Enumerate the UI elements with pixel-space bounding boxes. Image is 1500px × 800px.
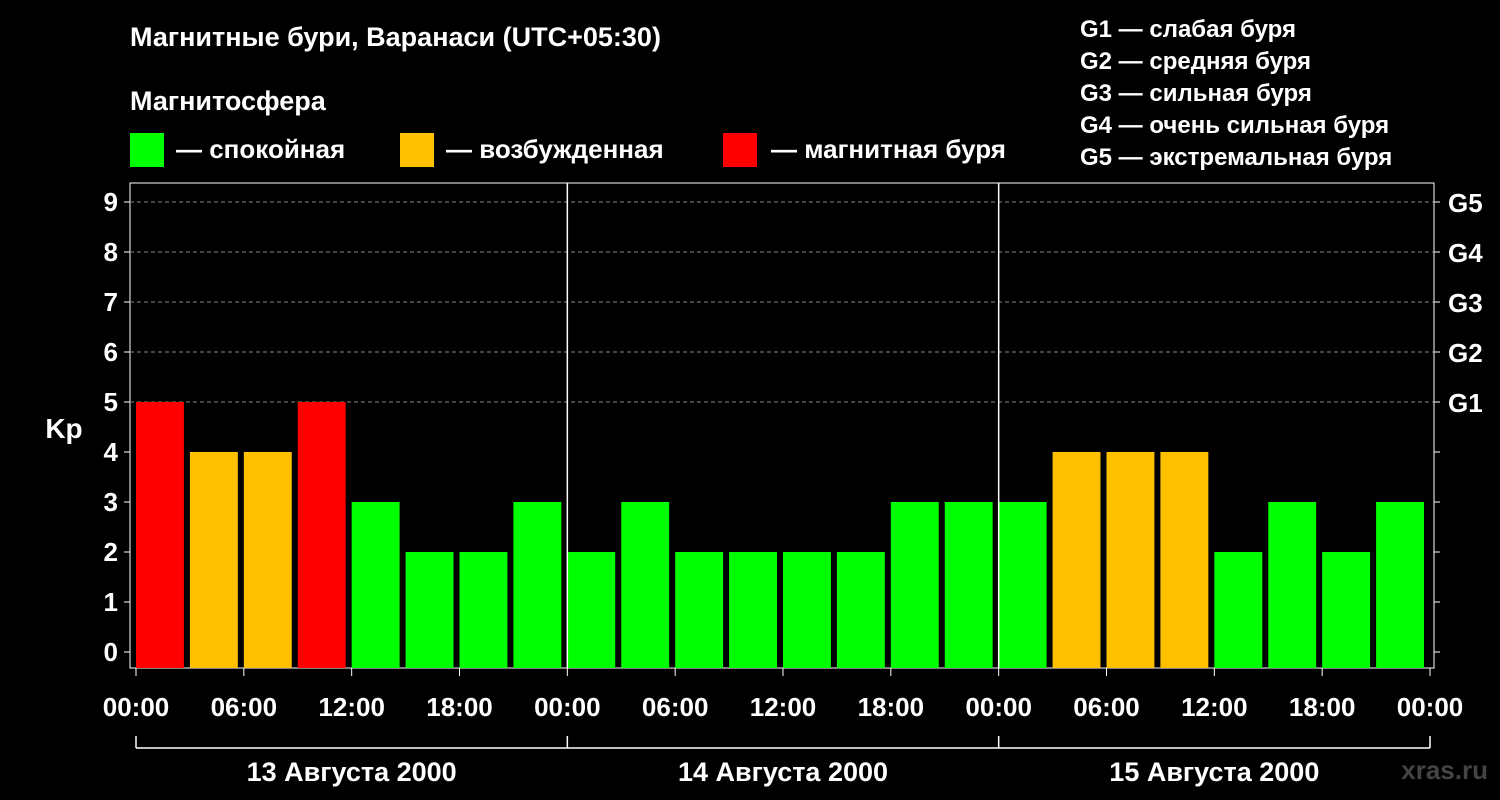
y-tick-label: 7 (104, 287, 118, 317)
x-tick-label: 12:00 (750, 692, 817, 722)
g-tick-label: G1 (1448, 388, 1483, 418)
x-tick-label: 12:00 (318, 692, 385, 722)
kp-bar (189, 452, 238, 668)
kp-bar (944, 502, 993, 668)
kp-bar (1376, 502, 1424, 668)
x-tick-label: 06:00 (1073, 692, 1140, 722)
x-tick-label: 18:00 (1289, 692, 1356, 722)
kp-bar (783, 552, 831, 668)
day-label: 14 Августа 2000 (678, 757, 888, 787)
y-tick-label: 1 (104, 587, 118, 617)
kp-bar (351, 502, 400, 668)
y-tick-label: 8 (104, 237, 118, 267)
x-tick-label: 06:00 (211, 692, 278, 722)
kp-bar (890, 502, 939, 668)
x-tick-label: 18:00 (426, 692, 493, 722)
y-tick-label: 0 (104, 637, 118, 667)
kp-bar (1268, 502, 1317, 668)
kp-bar (243, 452, 292, 668)
g-tick-label: G2 (1448, 338, 1483, 368)
watermark: xras.ru (1401, 755, 1488, 785)
kp-bar (675, 552, 724, 668)
kp-bar (405, 552, 454, 668)
kp-bar (621, 502, 670, 668)
x-tick-label: 00:00 (103, 692, 170, 722)
kp-bar (729, 552, 777, 668)
kp-bar (1052, 452, 1101, 668)
kp-bar (513, 502, 562, 668)
kp-bar (1106, 452, 1155, 668)
kp-bar (459, 552, 508, 668)
kp-bar (297, 402, 346, 668)
y-tick-label: 4 (104, 437, 119, 467)
x-tick-label: 00:00 (965, 692, 1032, 722)
kp-bar (1322, 552, 1371, 668)
y-tick-label: 5 (104, 387, 118, 417)
g-tick-label: G4 (1448, 238, 1483, 268)
y-tick-label: 2 (104, 537, 118, 567)
y-tick-label: 6 (104, 337, 118, 367)
kp-bar (1214, 552, 1263, 668)
kp-bar (836, 552, 885, 668)
kp-bar (998, 502, 1047, 668)
day-label: 13 Августа 2000 (247, 757, 457, 787)
kp-bar (136, 402, 184, 668)
g-tick-label: G5 (1448, 188, 1483, 218)
day-label: 15 Августа 2000 (1109, 757, 1319, 787)
x-tick-label: 06:00 (642, 692, 709, 722)
y-axis-label: Kp (45, 413, 82, 444)
g-tick-label: G3 (1448, 288, 1483, 318)
kp-chart: 0 1 2 3 4 5 6 7 8 9 G1 G2 G3 G4 G5 Kp 00:00 06:00 12:00 18:… (45, 182, 1483, 787)
y-tick-label: 3 (104, 487, 118, 517)
x-tick-label: 00:00 (534, 692, 601, 722)
x-tick-label: 12:00 (1181, 692, 1248, 722)
kp-bar (567, 552, 616, 668)
x-tick-label: 18:00 (858, 692, 925, 722)
kp-bar (1160, 452, 1209, 668)
x-tick-label: 00:00 (1397, 692, 1464, 722)
y-tick-label: 9 (104, 187, 118, 217)
